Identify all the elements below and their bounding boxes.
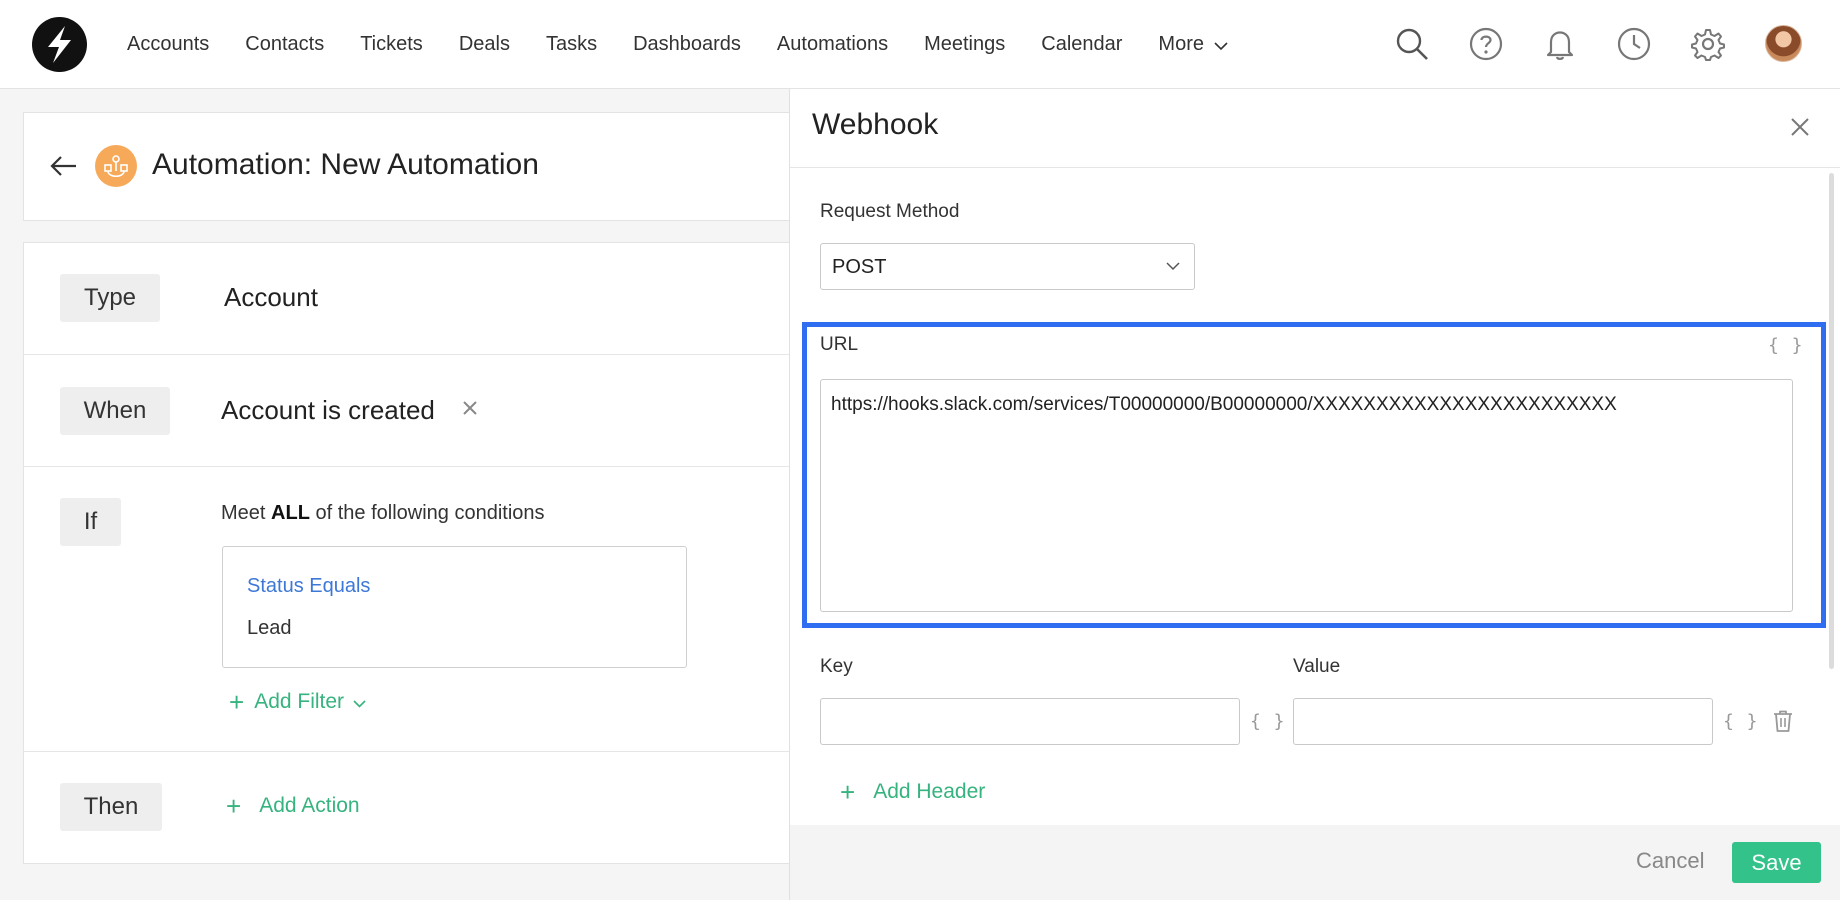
close-icon[interactable] [1790,117,1810,137]
lightning-bolt-icon[interactable] [32,17,87,72]
add-filter-button[interactable]: + Add Filter [229,689,366,715]
nav-contacts[interactable]: Contacts [245,33,324,56]
add-action-label: Add Action [259,794,360,817]
bell-icon[interactable] [1542,26,1578,62]
gear-icon[interactable] [1690,26,1726,62]
header-key-input[interactable] [820,698,1240,745]
add-header-button[interactable]: + Add Header [840,779,985,805]
close-icon[interactable] [460,398,480,418]
chevron-down-icon [353,699,366,708]
type-value[interactable]: Account [224,282,318,313]
nav-tickets[interactable]: Tickets [360,33,423,56]
request-method-select[interactable]: POST [820,243,1195,290]
key-label: Key [820,656,853,677]
condition-value: Lead [247,617,292,639]
chevron-down-icon [1214,42,1228,51]
when-label: When [60,387,170,435]
panel-scrollbar[interactable] [1829,173,1834,669]
webhook-panel: Webhook Request Method POST URL { } http… [789,89,1840,900]
condition-card[interactable]: Status Equals Lead [222,546,687,668]
back-arrow-icon[interactable] [50,154,78,178]
url-placeholder-braces-icon[interactable]: { } [1768,335,1804,356]
plus-icon: + [840,777,856,807]
webhook-title: Webhook [812,108,939,141]
nav-meetings[interactable]: Meetings [924,33,1005,56]
nav-calendar[interactable]: Calendar [1041,33,1122,56]
then-label: Then [60,783,162,831]
conditions-summary: Meet ALL of the following conditions [221,502,545,525]
nav-more-label: More [1158,33,1204,55]
save-button[interactable]: Save [1732,842,1821,883]
type-label: Type [60,274,160,322]
header-value-input[interactable] [1293,698,1713,745]
value-label: Value [1293,656,1341,677]
when-value[interactable]: Account is created [221,395,435,426]
plus-icon: + [229,687,245,717]
main-nav: Accounts Contacts Tickets Deals Tasks Da… [127,0,1264,89]
meet-prefix: Meet [221,502,272,524]
url-textarea[interactable]: https://hooks.slack.com/services/T000000… [820,379,1793,612]
url-value: https://hooks.slack.com/services/T000000… [831,394,1617,415]
nav-deals[interactable]: Deals [459,33,510,56]
row-divider [23,466,823,467]
if-label: If [60,498,121,546]
avatar[interactable] [1765,25,1802,62]
cancel-button[interactable]: Cancel [1636,848,1704,874]
meet-all: ALL [271,502,310,524]
search-icon[interactable] [1394,26,1430,62]
question-circle-icon[interactable] [1468,26,1504,62]
nav-automations[interactable]: Automations [777,33,888,56]
nav-more[interactable]: More [1158,33,1228,56]
nav-dashboards[interactable]: Dashboards [633,33,741,56]
row-divider [23,354,823,355]
nav-accounts[interactable]: Accounts [127,33,209,56]
request-method-value: POST [832,256,887,278]
add-header-label: Add Header [873,780,986,803]
row-divider [23,751,823,752]
page-title: Automation: New Automation [152,148,539,181]
request-method-label: Request Method [820,201,960,222]
plus-icon: + [226,791,242,821]
nav-tasks[interactable]: Tasks [546,33,597,56]
chevron-down-icon [1166,262,1180,271]
key-placeholder-braces-icon[interactable]: { } [1250,711,1286,732]
top-navigation-bar: Accounts Contacts Tickets Deals Tasks Da… [0,0,1840,89]
condition-title[interactable]: Status Equals [247,575,370,598]
add-filter-label: Add Filter [254,690,345,713]
value-placeholder-braces-icon[interactable]: { } [1723,711,1759,732]
add-action-button[interactable]: + Add Action [226,793,360,819]
meet-suffix: of the following conditions [309,502,545,524]
trash-icon[interactable] [1772,709,1794,733]
clock-icon[interactable] [1616,26,1652,62]
automation-badge-icon [95,145,137,187]
url-label: URL [820,334,859,355]
